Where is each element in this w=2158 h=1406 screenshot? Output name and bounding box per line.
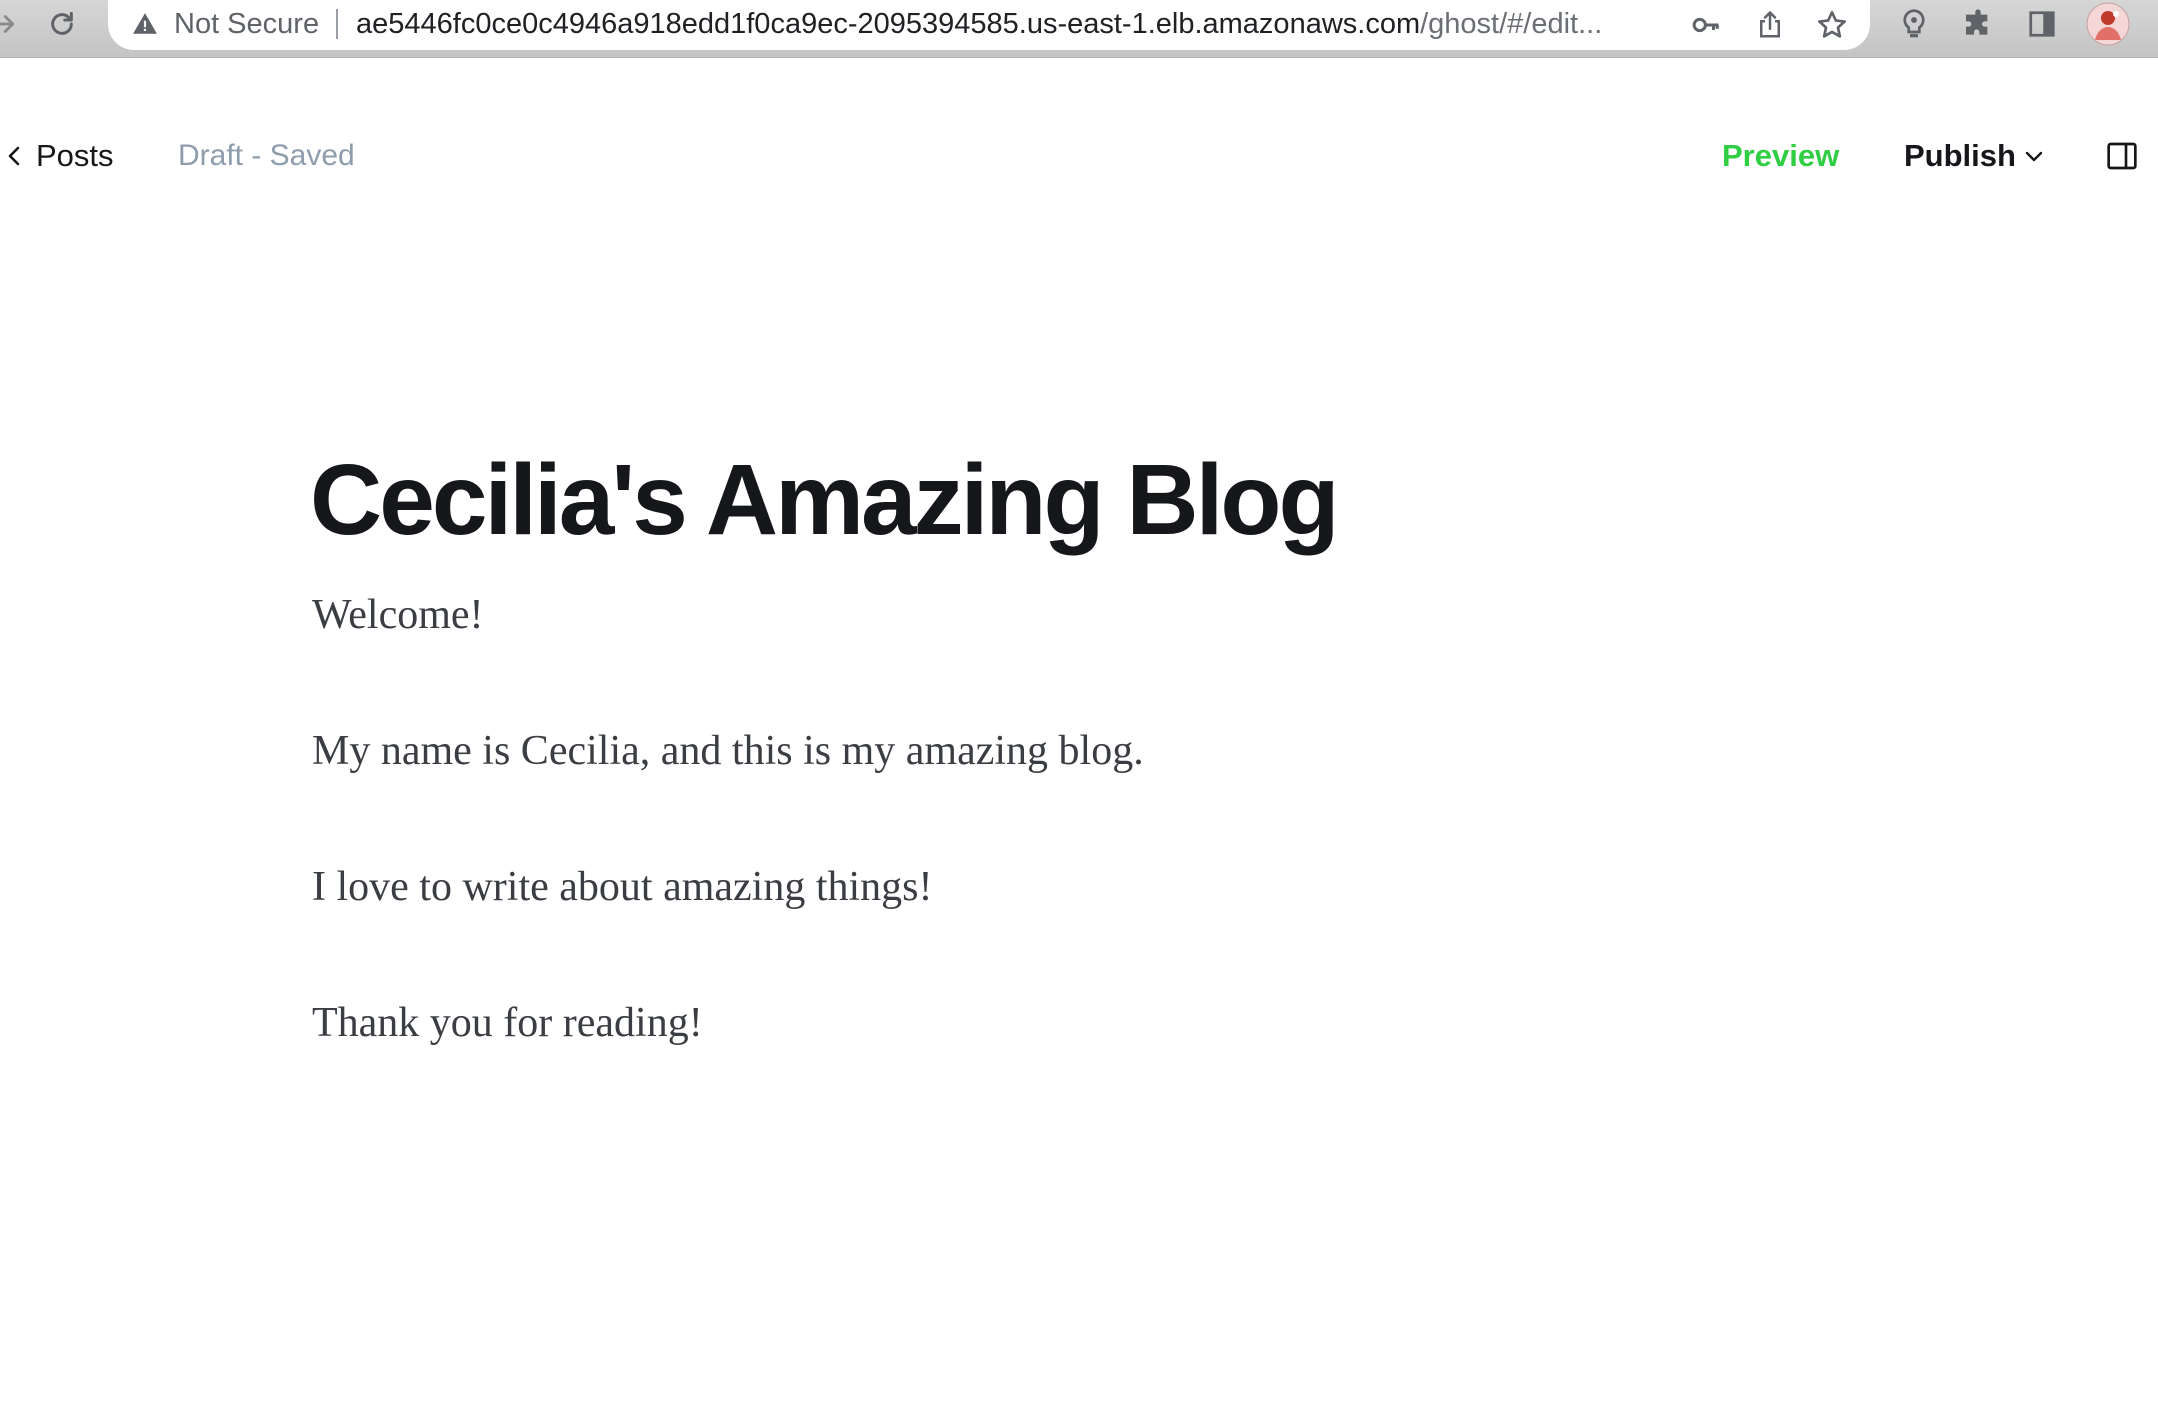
url-text[interactable]: ae5446fc0ce0c4946a918edd1f0ca9ec-2095394… bbox=[356, 6, 1776, 42]
share-icon[interactable] bbox=[1752, 7, 1788, 43]
browser-toolbar: Not Secure ae5446fc0ce0c4946a918edd1f0ca… bbox=[0, 0, 2158, 58]
warning-icon[interactable] bbox=[130, 9, 160, 39]
forward-icon[interactable] bbox=[0, 6, 22, 42]
publish-button[interactable]: Publish bbox=[1904, 120, 2044, 192]
post-body-editor[interactable]: Welcome! My name is Cecilia, and this is… bbox=[312, 594, 1812, 1138]
back-link-label: Posts bbox=[36, 138, 114, 173]
security-status[interactable]: Not Secure bbox=[174, 6, 319, 42]
back-to-posts-link[interactable]: Posts bbox=[0, 120, 114, 192]
profile-avatar[interactable] bbox=[2086, 2, 2130, 46]
bulb-icon[interactable] bbox=[1896, 6, 1932, 42]
post-paragraph[interactable]: Welcome! bbox=[312, 594, 1812, 636]
draft-status: Draft - Saved bbox=[178, 139, 355, 172]
chevron-left-icon bbox=[2, 141, 26, 171]
post-paragraph[interactable]: I love to write about amazing things! bbox=[312, 866, 1812, 908]
editor-header: Posts Draft - Saved Preview Publish bbox=[0, 120, 2158, 192]
address-bar[interactable]: Not Secure ae5446fc0ce0c4946a918edd1f0ca… bbox=[108, 0, 1870, 50]
reload-icon[interactable] bbox=[44, 6, 80, 42]
publish-label: Publish bbox=[1904, 138, 2016, 173]
preview-button[interactable]: Preview bbox=[1722, 120, 1839, 192]
puzzle-icon[interactable] bbox=[1960, 6, 1996, 42]
star-icon[interactable] bbox=[1814, 7, 1850, 43]
url-host: ae5446fc0ce0c4946a918edd1f0ca9ec-2095394… bbox=[356, 8, 1421, 40]
address-separator bbox=[336, 9, 338, 39]
chevron-down-icon bbox=[2024, 149, 2044, 163]
url-path: /ghost/#/edit... bbox=[1420, 8, 1603, 40]
sidepanel-icon[interactable] bbox=[2024, 6, 2060, 42]
post-title[interactable]: Cecilia's Amazing Blog bbox=[310, 440, 1340, 560]
key-icon[interactable] bbox=[1688, 7, 1724, 43]
post-paragraph[interactable]: Thank you for reading! bbox=[312, 1002, 1812, 1044]
settings-sidebar-toggle-icon[interactable] bbox=[2104, 138, 2140, 174]
post-paragraph[interactable]: My name is Cecilia, and this is my amazi… bbox=[312, 730, 1812, 772]
